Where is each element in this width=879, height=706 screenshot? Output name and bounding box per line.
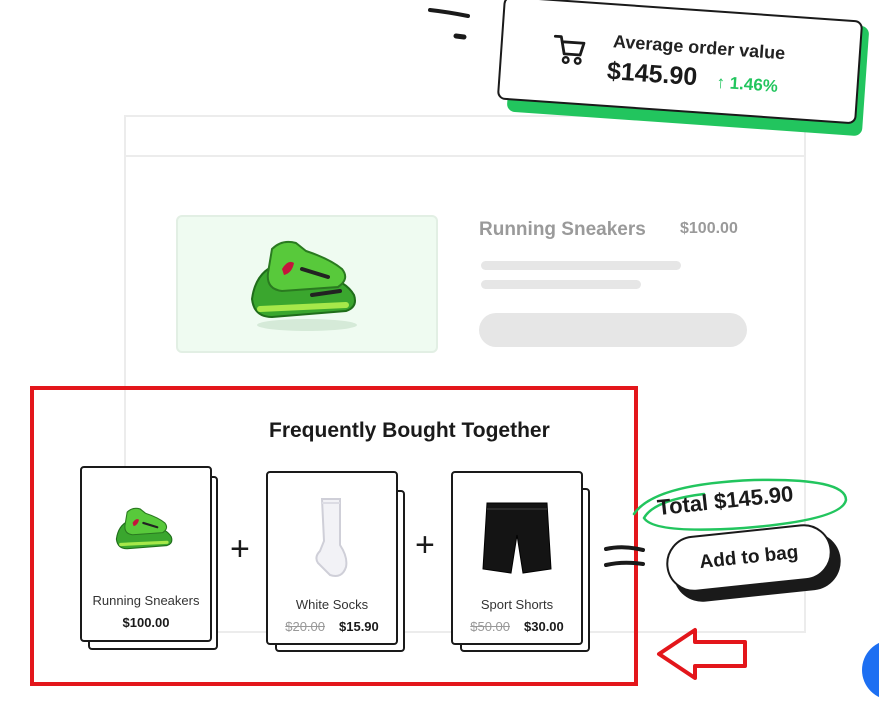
fbt-item-price: $30.00 (524, 619, 564, 634)
total-label: Total (656, 489, 710, 521)
sneaker-image (115, 507, 173, 550)
product-price: $100.00 (680, 220, 738, 237)
plus-operator: + (230, 530, 250, 568)
stat-value: $145.90 (606, 56, 699, 92)
fbt-item-prices: $100.00 (82, 615, 210, 630)
stat-change-value: 1.46% (729, 73, 779, 96)
fbt-title: Frequently Bought Together (269, 419, 550, 442)
fbt-item-name: Running Sneakers (92, 593, 200, 608)
fbt-item-old-price: $20.00 (285, 619, 325, 634)
product-hero-image (176, 215, 438, 353)
product-name: Running Sneakers (479, 219, 646, 240)
arrow-up-icon: ↑ (715, 72, 726, 93)
description-placeholder-line (481, 280, 641, 289)
fbt-item-prices: $20.00 $15.90 (268, 619, 396, 634)
chat-launcher-button[interactable] (862, 640, 879, 700)
shorts-image (482, 502, 552, 574)
fbt-item-price: $15.90 (339, 619, 379, 634)
plus-operator: + (415, 526, 435, 564)
button-placeholder (479, 313, 747, 347)
page-header-divider (126, 155, 804, 157)
fbt-item-name: White Socks (295, 597, 369, 612)
scribble-decoration (428, 8, 470, 40)
fbt-item-old-price: $50.00 (470, 619, 510, 634)
fbt-item-card[interactable]: Sport Shorts $50.00 $30.00 (451, 471, 583, 645)
fbt-item-prices: $50.00 $30.00 (453, 619, 581, 634)
pointer-arrow-icon (657, 628, 747, 680)
fbt-item-name: Sport Shorts (480, 597, 554, 612)
stat-change: ↑ 1.46% (716, 73, 779, 97)
sneaker-image (250, 240, 357, 331)
fbt-item-card[interactable]: White Socks $20.00 $15.90 (266, 471, 398, 645)
fbt-item-price: $100.00 (122, 615, 170, 630)
fbt-item-card[interactable]: Running Sneakers $100.00 (80, 466, 212, 642)
sock-image (315, 498, 348, 577)
description-placeholder-line (481, 261, 681, 270)
cart-icon (553, 34, 586, 65)
